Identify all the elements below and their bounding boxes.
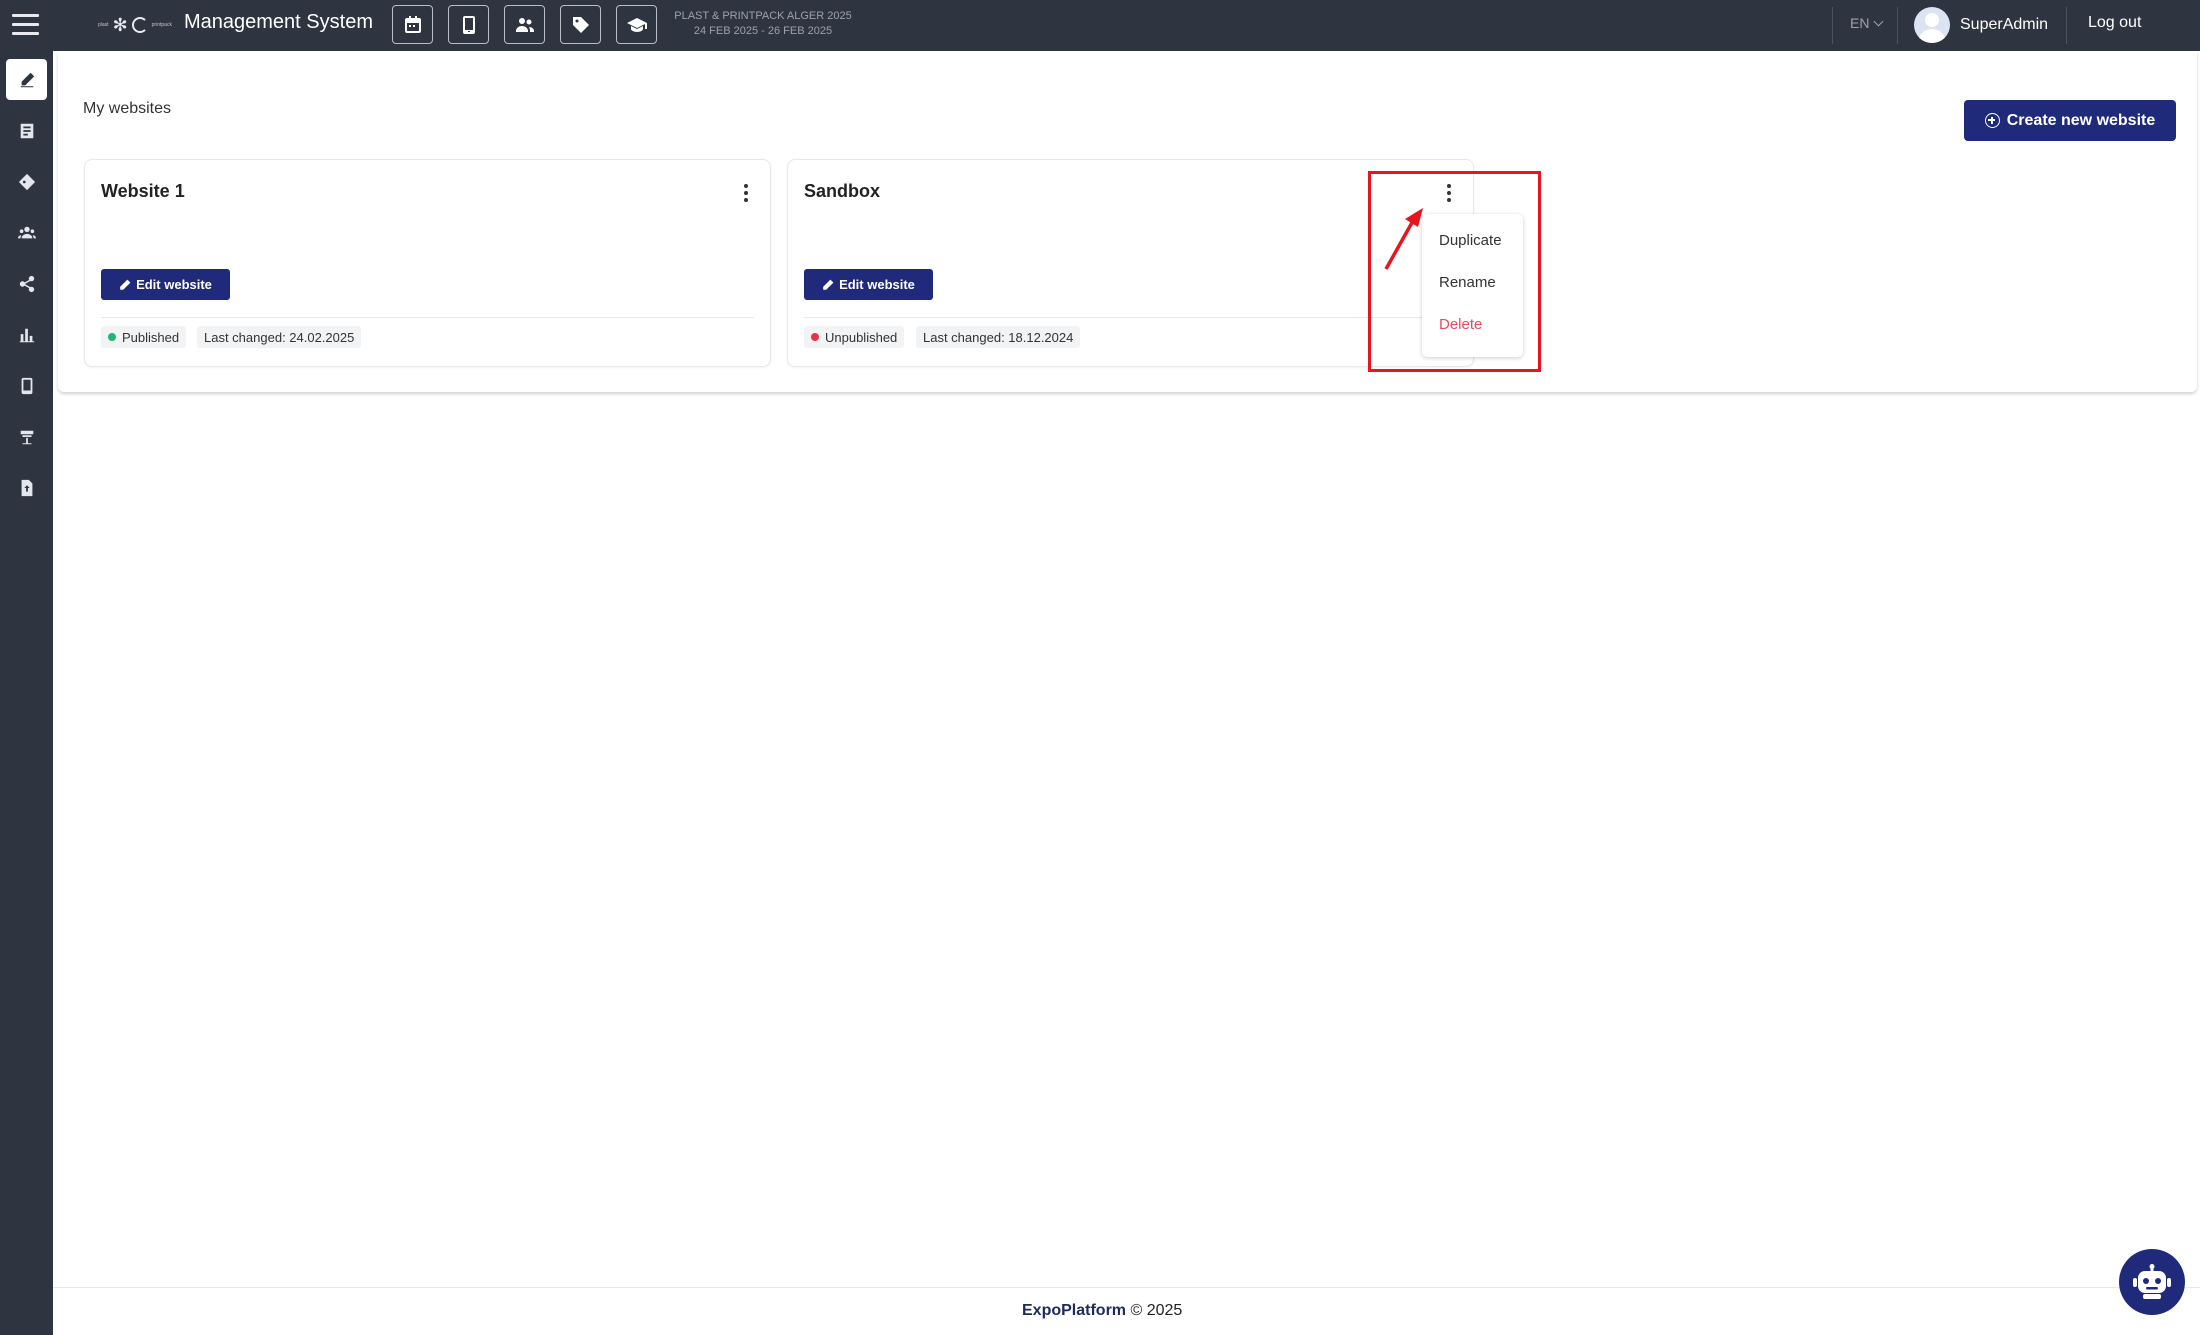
sidebar-item-files[interactable] bbox=[6, 467, 47, 508]
footer-copyright: © 2025 bbox=[1130, 1302, 1183, 1319]
event-dates: 24 FEB 2025 - 26 FEB 2025 bbox=[693, 25, 833, 37]
event-name: PLAST & PRINTPACK ALGER 2025 bbox=[674, 10, 852, 22]
language-selector[interactable]: EN bbox=[1850, 15, 1884, 31]
edit-website-button[interactable]: Edit website bbox=[804, 269, 933, 300]
pencil-icon bbox=[20, 72, 34, 87]
tag-icon bbox=[18, 173, 35, 190]
robot-icon bbox=[2133, 1264, 2171, 1299]
graduation-cap-icon bbox=[626, 17, 647, 32]
divider bbox=[804, 317, 1457, 318]
avatar bbox=[1914, 7, 1950, 43]
status-badge: Unpublished bbox=[804, 326, 905, 348]
education-button[interactable] bbox=[616, 5, 657, 44]
language-label: EN bbox=[1850, 15, 1870, 31]
status-dot bbox=[811, 333, 819, 341]
logout-button[interactable]: Log out bbox=[2088, 14, 2141, 32]
top-bar: plast ✻ printpack Management System PLAST … bbox=[0, 0, 2200, 51]
website-title: Sandbox bbox=[804, 181, 881, 201]
arrow-icon bbox=[1384, 208, 1423, 270]
user-name: SuperAdmin bbox=[1960, 16, 2049, 33]
section-title: My websites bbox=[83, 100, 172, 117]
edit-button-label: Edit website bbox=[136, 277, 212, 292]
divider bbox=[101, 317, 754, 318]
plus-circle-icon bbox=[1984, 113, 2000, 128]
people-icon bbox=[17, 226, 36, 238]
create-new-website-button[interactable]: Create new website bbox=[1964, 100, 2176, 141]
event-logo: plast ✻ printpack bbox=[98, 15, 172, 35]
sidebar-item-list[interactable] bbox=[6, 110, 47, 151]
status-label: Unpublished bbox=[825, 329, 898, 345]
edit-website-button[interactable]: Edit website bbox=[101, 269, 230, 300]
divider bbox=[1897, 7, 1898, 44]
website-title: Website 1 bbox=[101, 181, 185, 201]
calendar-button[interactable] bbox=[392, 5, 433, 44]
hamburger-menu-icon[interactable] bbox=[12, 14, 39, 36]
divider bbox=[53, 1287, 2200, 1288]
sidebar-item-tags[interactable] bbox=[6, 161, 47, 202]
website-card: Website 1 Edit website Published Last ch… bbox=[84, 159, 771, 367]
app-title: Management System bbox=[184, 11, 373, 33]
sidebar bbox=[0, 51, 53, 1335]
mobile-icon bbox=[462, 15, 475, 34]
sidebar-item-share[interactable] bbox=[6, 263, 47, 304]
pencil-icon bbox=[120, 279, 131, 290]
tag-icon bbox=[572, 16, 589, 33]
chatbot-button[interactable] bbox=[2119, 1249, 2185, 1315]
status-badge: Published bbox=[101, 326, 187, 348]
booth-icon bbox=[20, 430, 33, 444]
status-dot bbox=[108, 333, 116, 341]
create-button-label: Create new website bbox=[2006, 111, 2156, 129]
last-changed-badge: Last changed: 18.12.2024 bbox=[916, 326, 1081, 348]
footer-brand: ExpoPlatform bbox=[1022, 1302, 1127, 1319]
sidebar-item-website-editor[interactable] bbox=[6, 59, 47, 100]
divider bbox=[1832, 7, 1833, 44]
users-button[interactable] bbox=[504, 5, 545, 44]
share-icon bbox=[19, 275, 34, 292]
edit-button-label: Edit website bbox=[839, 277, 915, 292]
tags-button[interactable] bbox=[560, 5, 601, 44]
user-profile[interactable]: SuperAdmin bbox=[1914, 7, 2048, 43]
status-label: Published bbox=[122, 329, 180, 345]
divider bbox=[2066, 7, 2067, 44]
sidebar-item-people[interactable] bbox=[6, 212, 47, 253]
event-info: PLAST & PRINTPACK ALGER 2025 24 FEB 2025… bbox=[668, 9, 858, 39]
footer: ExpoPlatform © 2025 bbox=[1022, 1302, 1182, 1320]
more-options-icon[interactable] bbox=[736, 182, 756, 204]
bar-chart-icon bbox=[19, 328, 34, 342]
sidebar-item-analytics[interactable] bbox=[6, 314, 47, 355]
users-icon bbox=[515, 17, 534, 32]
pencil-icon bbox=[823, 279, 834, 290]
mobile-app-button[interactable] bbox=[448, 5, 489, 44]
chevron-down-icon bbox=[1874, 16, 1884, 26]
sidebar-item-mobile[interactable] bbox=[6, 365, 47, 406]
mobile-icon bbox=[21, 377, 32, 394]
file-upload-icon bbox=[21, 479, 32, 496]
last-changed-badge: Last changed: 24.02.2025 bbox=[197, 326, 362, 348]
calendar-icon bbox=[404, 15, 421, 33]
list-icon bbox=[20, 123, 33, 138]
sidebar-item-booth[interactable] bbox=[6, 416, 47, 457]
